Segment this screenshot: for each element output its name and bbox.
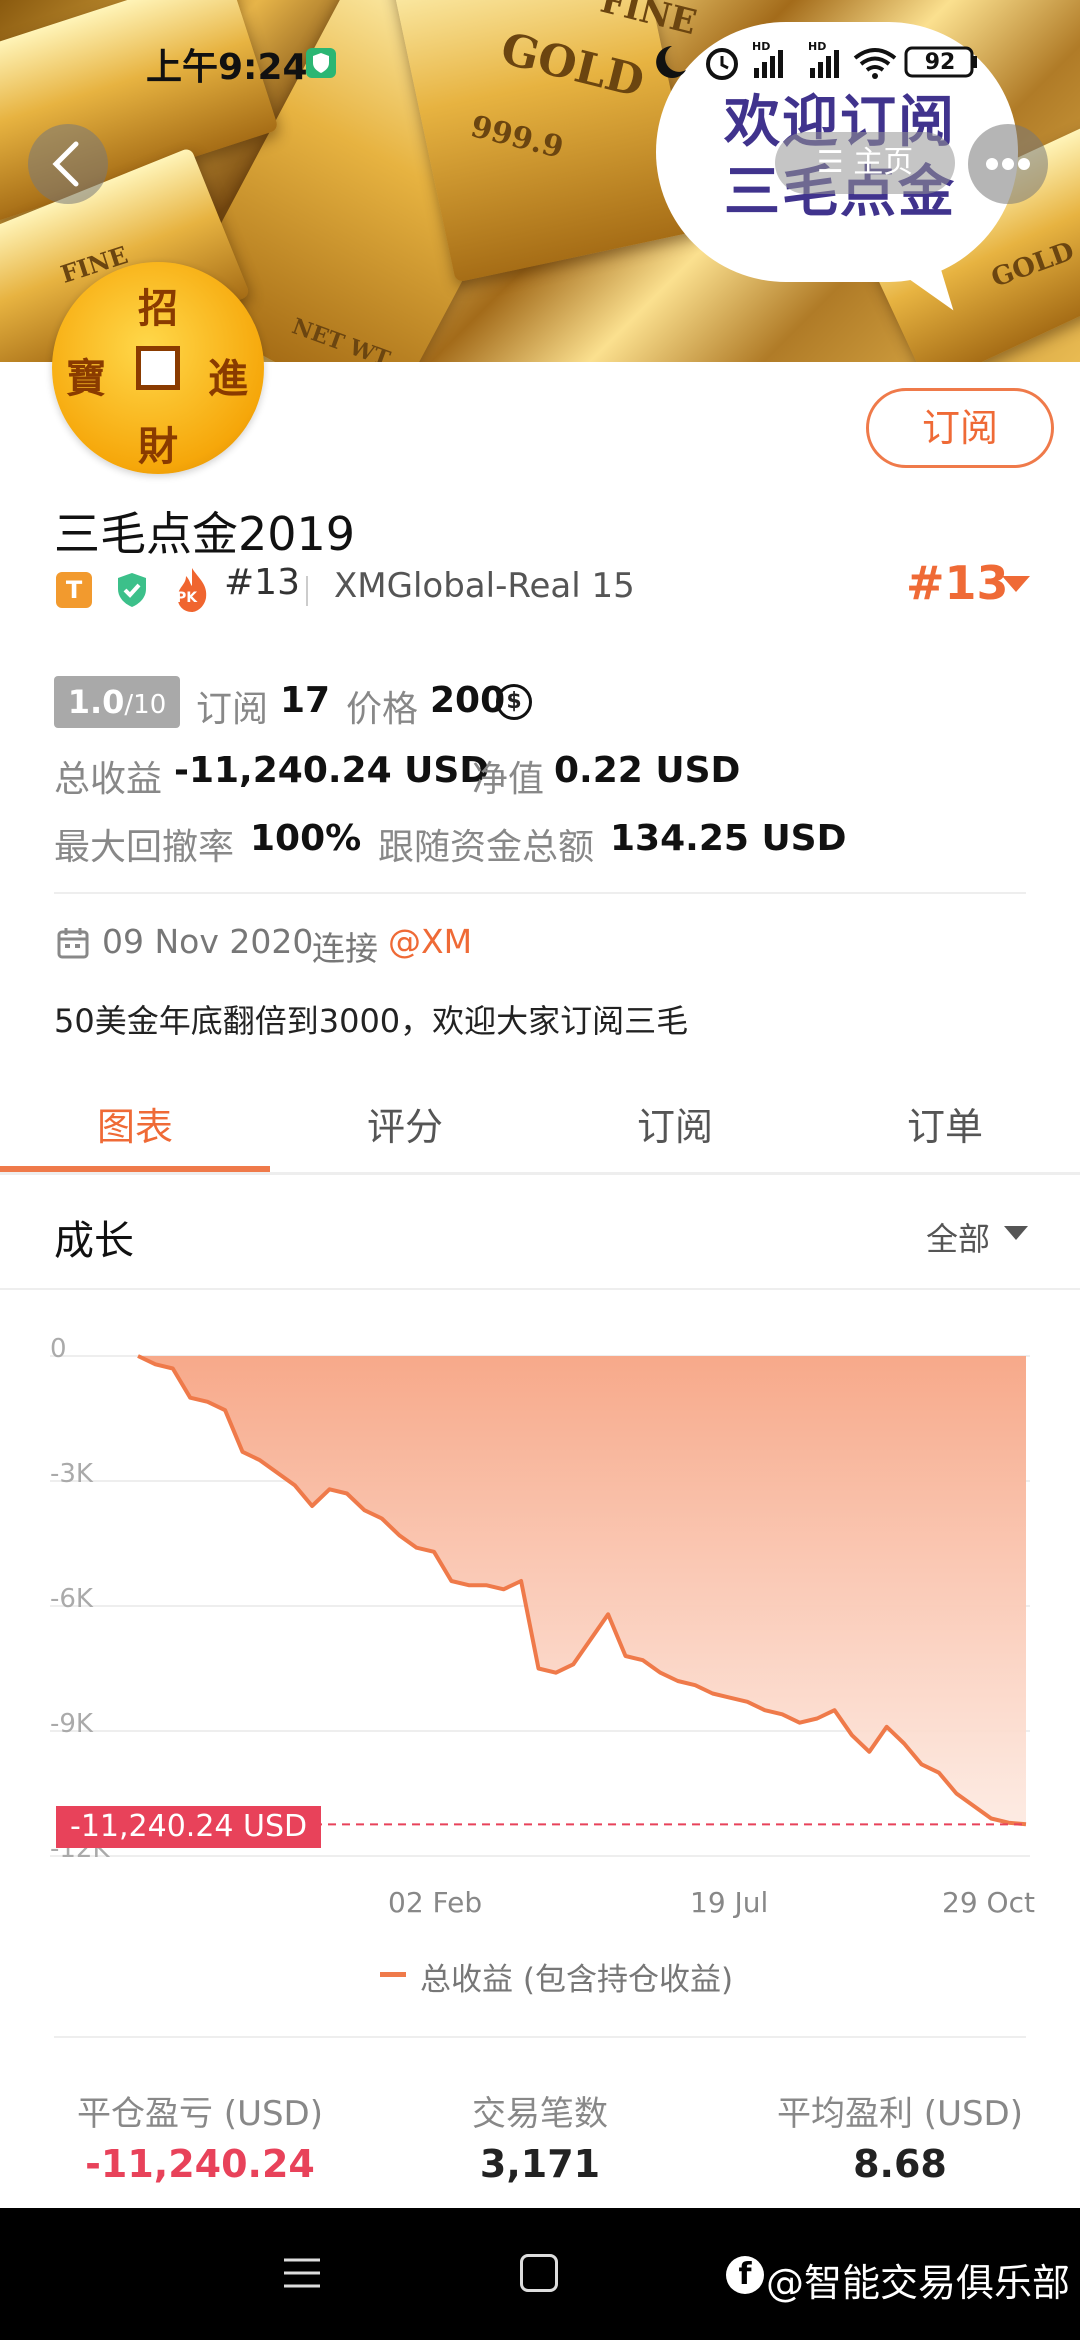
avatar-char: 招 [138, 285, 178, 332]
signal-icon: HD HD [752, 40, 839, 78]
tab-orders[interactable]: 订单 [810, 1096, 1080, 1151]
home-label: 主页 [853, 145, 914, 180]
x-tick-label: 19 Jul [690, 1886, 769, 1919]
divider [0, 1288, 1080, 1290]
coin-hole [136, 346, 180, 390]
growth-chart [50, 1354, 1030, 1857]
more-dots-icon [986, 158, 1030, 170]
coin-icon: $ [496, 684, 532, 720]
status-icons: HD HD [650, 40, 1030, 84]
total-profit-value: -11,240.24 USD [174, 750, 490, 791]
profile-name: 三毛点金2019 [54, 507, 356, 561]
watermark: @智能交易俱乐部 [766, 2261, 1071, 2305]
legend-swatch [380, 1972, 406, 1977]
facebook-icon: f [726, 2256, 764, 2294]
trade-count-label: 交易笔数 [472, 2094, 608, 2134]
broker-link[interactable]: @XM [388, 922, 472, 961]
y-tick-label: -3K [50, 1459, 93, 1489]
shield-icon [306, 48, 336, 78]
screen: FINE GOLD 999.9 FINE NET WT GOLD 欢迎订阅 三毛… [0, 0, 1080, 2340]
tabs-divider [0, 1172, 1080, 1175]
subscribe-count: 17 [280, 680, 331, 721]
battery-level: 92 [924, 50, 956, 75]
calendar-icon [56, 926, 90, 960]
chevron-left-icon [52, 141, 79, 187]
price-label: 价格 [346, 689, 419, 730]
max-drawdown-value: 100% [250, 818, 362, 859]
alarm-icon [706, 48, 738, 80]
moon-icon [656, 46, 686, 78]
avatar-char: 進 [208, 355, 248, 402]
follow-amount-label: 跟随资金总额 [378, 827, 595, 868]
caret-down-icon[interactable] [1004, 1226, 1028, 1240]
tab-chart[interactable]: 图表 [0, 1096, 270, 1151]
y-tick-label: -6K [50, 1584, 93, 1614]
avg-profit-value: 8.68 [853, 2142, 947, 2186]
subscribe-count-label: 订阅 [196, 689, 269, 730]
avatar-char: 財 [138, 423, 178, 470]
tab-subscribe[interactable]: 订阅 [540, 1096, 810, 1151]
growth-title: 成长 [54, 1218, 134, 1264]
svg-text:HD: HD [752, 40, 770, 53]
connect-date: 09 Nov 2020 [102, 922, 314, 961]
closed-pnl-value: -11,240.24 [85, 2142, 315, 2186]
rank-dropdown[interactable]: #13 [906, 556, 1009, 610]
home-square-icon[interactable] [520, 2254, 558, 2292]
x-tick-label: 02 Feb [388, 1886, 483, 1919]
rating-value: 1.0 [67, 683, 125, 721]
subscribe-button[interactable]: 订阅 [866, 388, 1054, 468]
wifi-icon [853, 48, 897, 79]
description: 50美金年底翻倍到3000，欢迎大家订阅三毛 [54, 1002, 689, 1040]
max-drawdown-label: 最大回撤率 [54, 827, 235, 868]
range-filter[interactable]: 全部 [926, 1214, 990, 1260]
rating-badge: 1.0/10 [54, 676, 180, 728]
home-button[interactable]: ☰ 主页 [775, 132, 955, 194]
server-name: XMGlobal-Real 15 [334, 566, 635, 606]
pk-label: PK [176, 590, 198, 606]
avatar-char: 寶 [66, 355, 106, 402]
caret-down-icon[interactable] [1002, 576, 1030, 592]
legend-label: 总收益 (包含持仓收益) [420, 1962, 734, 1998]
rating-scale: /10 [124, 690, 167, 720]
equity-label: 净值 [472, 759, 545, 800]
closed-pnl-label: 平仓盈亏 (USD) [77, 2094, 323, 2134]
divider [54, 892, 1026, 894]
tab-rating[interactable]: 评分 [270, 1096, 540, 1151]
x-tick-label: 29 Oct [942, 1886, 1035, 1919]
divider [54, 2036, 1026, 2038]
price-value: 200 [430, 680, 506, 721]
meta-divider [306, 576, 308, 606]
back-button[interactable] [28, 124, 108, 204]
more-button[interactable] [968, 124, 1048, 204]
menu-icon[interactable] [282, 2256, 322, 2290]
menu-icon: ☰ [816, 145, 854, 180]
status-time: 上午9:24 [146, 47, 308, 88]
system-nav-bar: f @智能交易俱乐部 [0, 2208, 1080, 2340]
equity-value: 0.22 USD [554, 750, 741, 791]
y-tick-label: -9K [50, 1709, 93, 1739]
svg-text:HD: HD [808, 40, 826, 53]
avg-profit-label: 平均盈利 (USD) [777, 2094, 1023, 2134]
badge-t: T [56, 572, 92, 608]
total-profit-label: 总收益 [54, 759, 163, 800]
connect-label: 连接 [312, 929, 378, 968]
rank-text: #13 [224, 562, 300, 603]
chart-area [138, 1356, 1026, 1825]
y-tick-label: 0 [50, 1334, 67, 1364]
current-value-tag: -11,240.24 USD [56, 1806, 322, 1848]
verified-shield-icon [112, 570, 152, 610]
follow-amount-value: 134.25 USD [610, 818, 847, 859]
avatar: 招 寶 進 財 [52, 262, 264, 474]
trade-count-value: 3,171 [479, 2142, 601, 2186]
